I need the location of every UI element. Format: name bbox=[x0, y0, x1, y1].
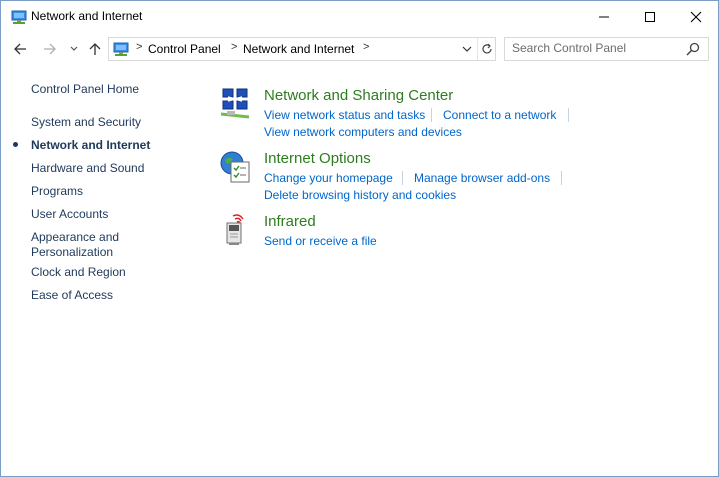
sidebar-item-appearance-line2[interactable]: Personalization bbox=[31, 245, 113, 260]
sidebar-item-ease-of-access[interactable]: Ease of Access bbox=[31, 288, 113, 303]
sidebar-item-user-accounts[interactable]: User Accounts bbox=[31, 207, 108, 222]
category-title[interactable]: Infrared bbox=[264, 213, 316, 230]
arrow-right-icon bbox=[44, 43, 56, 55]
sidebar-item-programs[interactable]: Programs bbox=[31, 184, 83, 199]
breadcrumb-separator[interactable]: > bbox=[231, 41, 237, 53]
link-send-receive-file[interactable]: Send or receive a file bbox=[264, 234, 377, 248]
link-delete-browsing-history[interactable]: Delete browsing history and cookies bbox=[264, 188, 456, 202]
sidebar-item-system-security[interactable]: System and Security bbox=[31, 115, 141, 130]
network-internet-icon bbox=[113, 42, 129, 56]
link-separator bbox=[568, 108, 569, 122]
chevron-down-icon bbox=[70, 46, 78, 51]
window: Network and Internet > Control Panel > N… bbox=[0, 0, 719, 477]
address-bar[interactable]: > Control Panel > Network and Internet > bbox=[108, 37, 496, 61]
sidebar-item-hardware-sound[interactable]: Hardware and Sound bbox=[31, 161, 144, 176]
address-dropdown-button[interactable] bbox=[459, 40, 475, 58]
arrow-up-icon bbox=[89, 43, 101, 55]
category-title[interactable]: Network and Sharing Center bbox=[264, 87, 453, 104]
link-separator bbox=[431, 108, 432, 122]
sidebar-item-appearance-line1[interactable]: Appearance and bbox=[31, 230, 119, 245]
up-button[interactable] bbox=[85, 39, 105, 59]
infrared-icon bbox=[226, 214, 244, 245]
link-separator bbox=[561, 171, 562, 185]
search-input[interactable] bbox=[505, 38, 682, 58]
internet-options-icon bbox=[220, 151, 250, 183]
breadcrumb-network-internet[interactable]: Network and Internet bbox=[243, 42, 354, 56]
navigation-bar: > Control Panel > Network and Internet > bbox=[1, 35, 718, 63]
recent-locations-button[interactable] bbox=[64, 39, 84, 59]
link-manage-addons[interactable]: Manage browser add-ons bbox=[414, 171, 550, 185]
search-icon[interactable] bbox=[685, 41, 701, 57]
link-separator bbox=[402, 171, 403, 185]
minimize-button[interactable] bbox=[581, 1, 627, 32]
network-sharing-icon bbox=[220, 88, 250, 119]
title-bar: Network and Internet bbox=[1, 1, 718, 32]
category-title[interactable]: Internet Options bbox=[264, 150, 371, 167]
minimize-icon bbox=[599, 16, 609, 17]
search-box[interactable] bbox=[504, 37, 709, 61]
chevron-down-icon bbox=[462, 46, 472, 52]
maximize-button[interactable] bbox=[627, 1, 673, 32]
link-view-network-status[interactable]: View network status and tasks bbox=[264, 108, 425, 122]
refresh-button[interactable] bbox=[477, 38, 496, 60]
close-button[interactable] bbox=[673, 1, 718, 32]
active-item-bullet bbox=[13, 142, 18, 147]
breadcrumb-separator[interactable]: > bbox=[363, 41, 369, 53]
breadcrumb-control-panel[interactable]: Control Panel bbox=[148, 42, 221, 56]
sidebar-item-clock-region[interactable]: Clock and Region bbox=[31, 265, 126, 280]
link-change-homepage[interactable]: Change your homepage bbox=[264, 171, 393, 185]
window-title: Network and Internet bbox=[31, 9, 143, 23]
network-internet-app-icon bbox=[11, 10, 27, 24]
link-connect-to-network[interactable]: Connect to a network bbox=[443, 108, 556, 122]
back-button[interactable] bbox=[10, 39, 30, 59]
control-panel-home-link[interactable]: Control Panel Home bbox=[31, 82, 139, 97]
forward-button[interactable] bbox=[40, 39, 60, 59]
arrow-left-icon bbox=[14, 43, 26, 55]
close-icon bbox=[690, 11, 702, 22]
refresh-icon bbox=[482, 43, 492, 54]
breadcrumb-separator[interactable]: > bbox=[136, 41, 142, 53]
maximize-icon bbox=[645, 11, 655, 22]
link-view-network-computers[interactable]: View network computers and devices bbox=[264, 125, 462, 139]
sidebar-item-network-internet[interactable]: Network and Internet bbox=[31, 138, 150, 153]
